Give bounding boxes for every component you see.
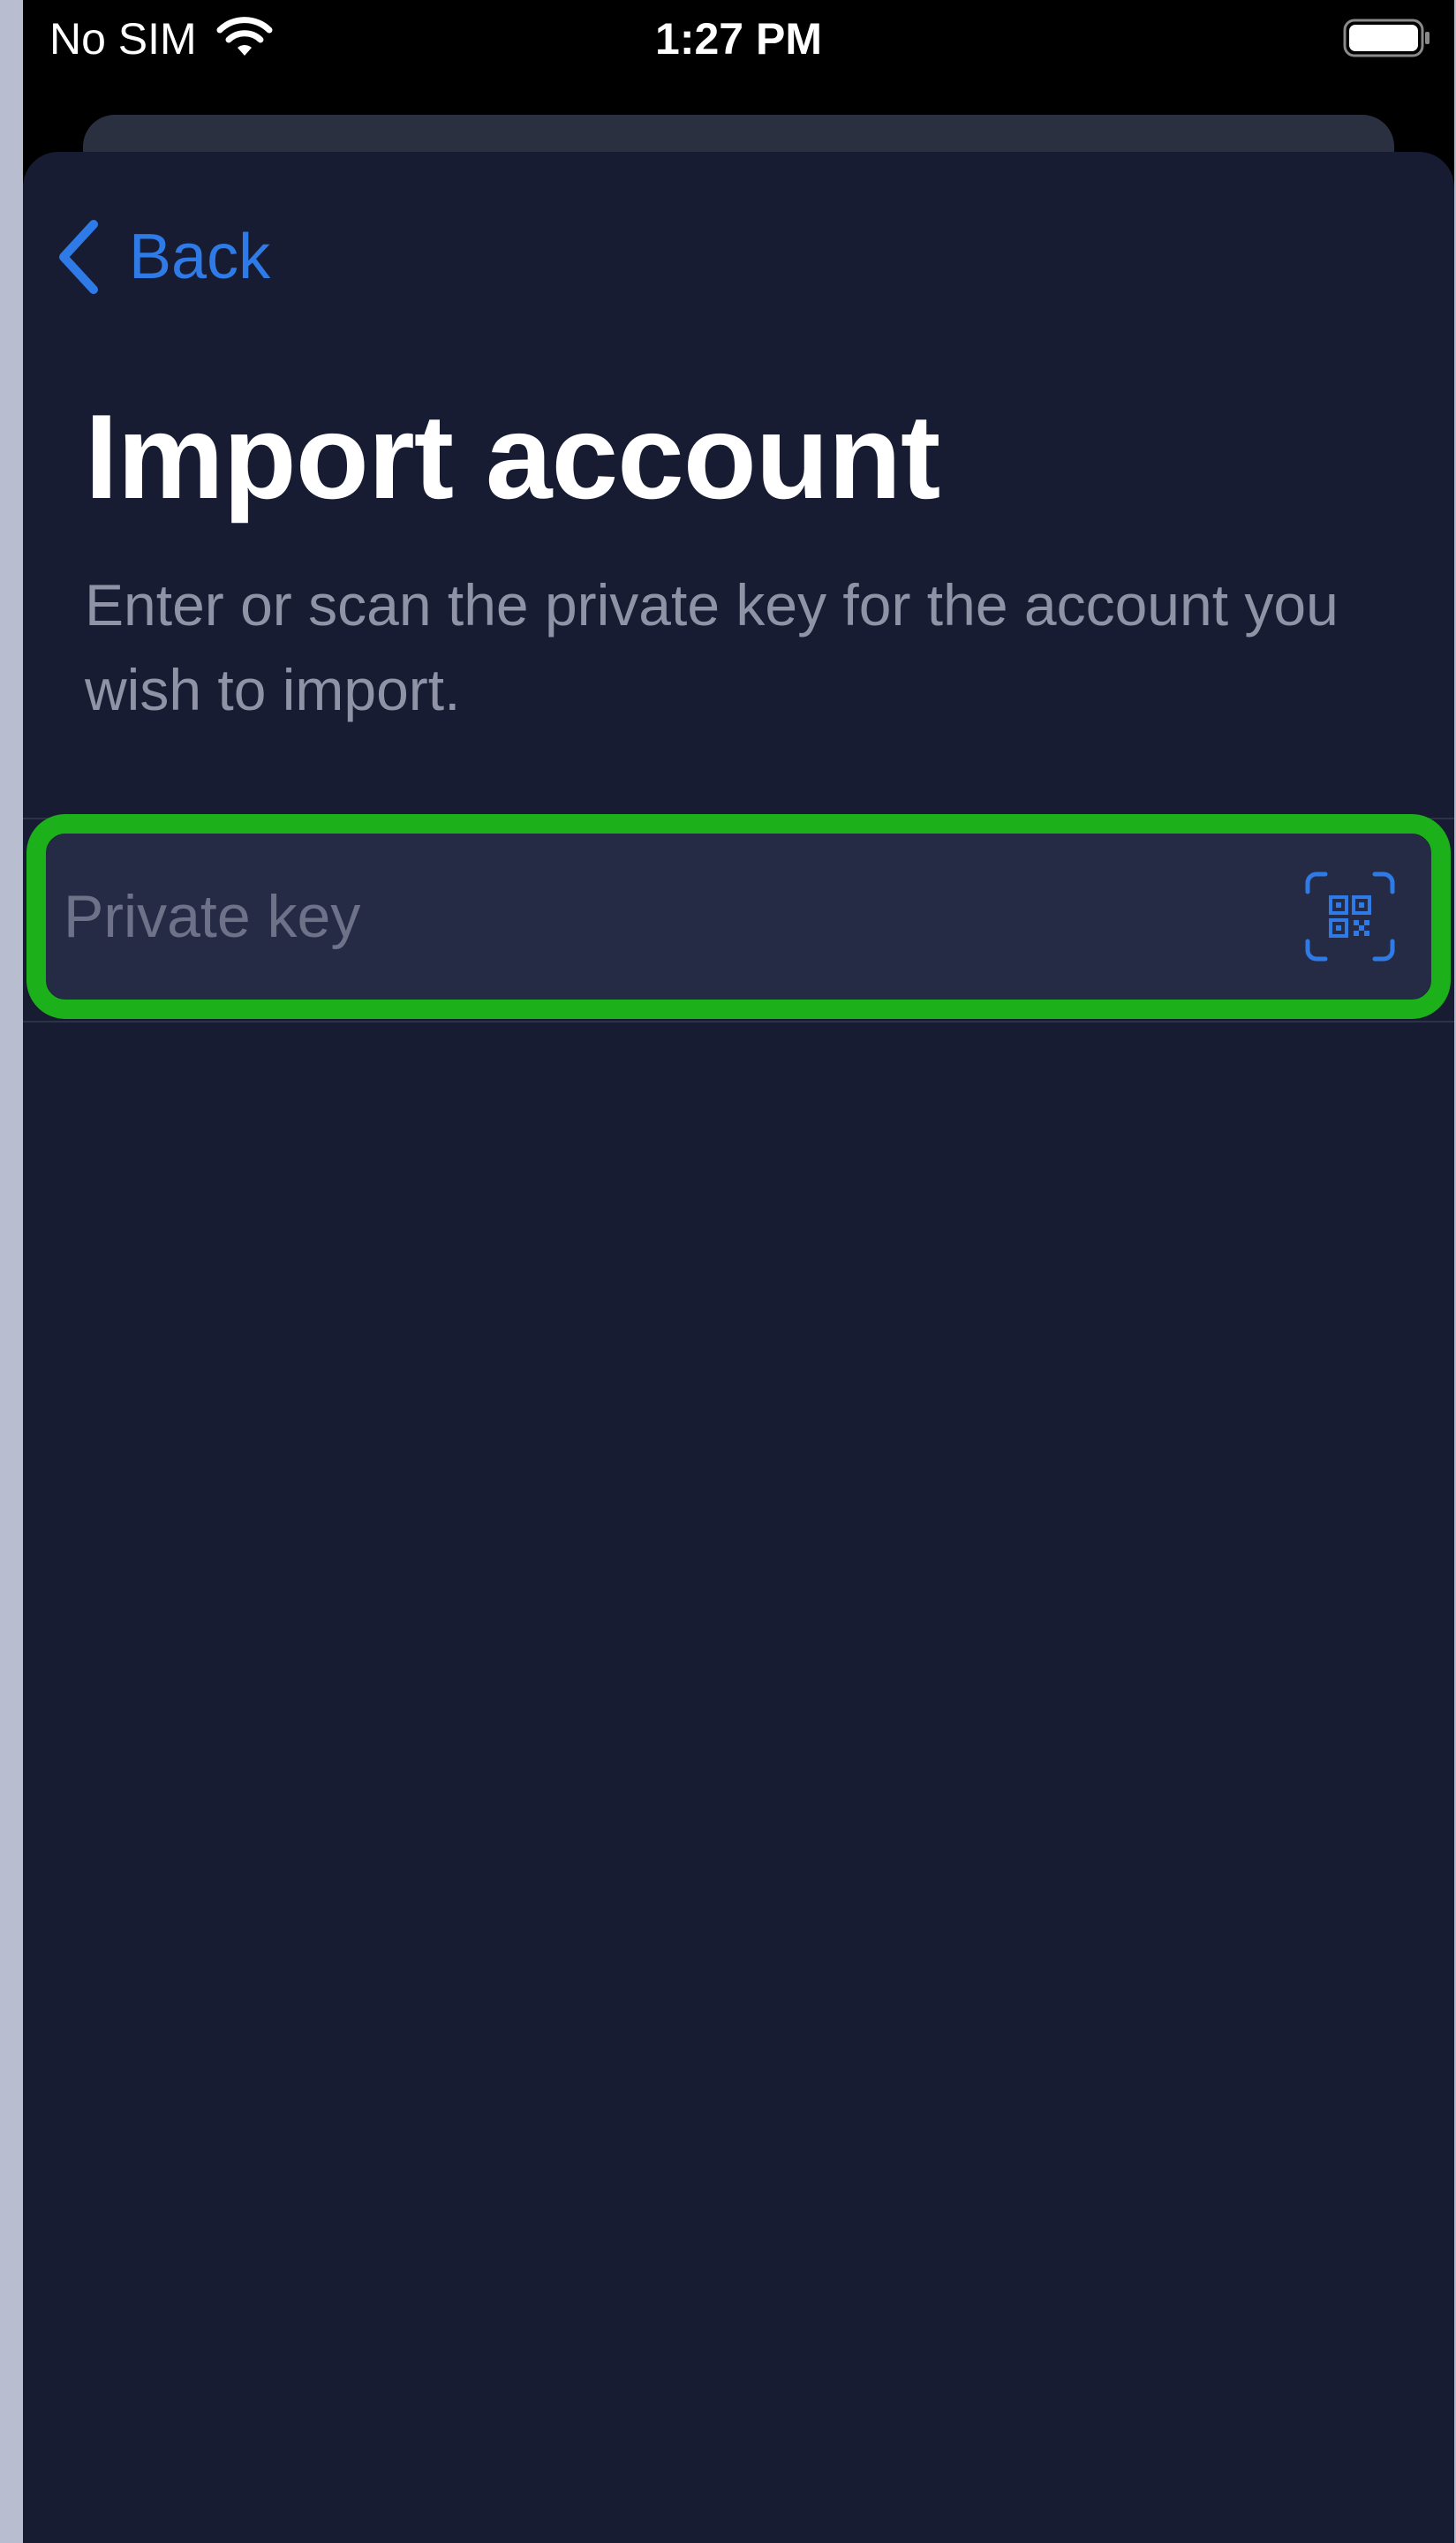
phone-screen: No SIM 1:27 PM Back Import account Enter…	[23, 0, 1454, 2543]
back-label: Back	[129, 222, 271, 292]
status-time: 1:27 PM	[655, 14, 822, 64]
private-key-field-container	[23, 814, 1454, 1019]
battery-icon	[1343, 19, 1430, 57]
page-title: Import account	[85, 389, 940, 524]
import-account-sheet: Back Import account Enter or scan the pr…	[23, 152, 1454, 2543]
divider-bottom	[23, 1021, 1454, 1022]
field-highlight-outline	[26, 814, 1451, 1019]
status-bar: No SIM 1:27 PM	[23, 0, 1454, 79]
back-button[interactable]: Back	[55, 217, 270, 297]
page-subtitle: Enter or scan the private key for the ac…	[85, 572, 1339, 722]
chevron-left-icon	[59, 220, 98, 294]
